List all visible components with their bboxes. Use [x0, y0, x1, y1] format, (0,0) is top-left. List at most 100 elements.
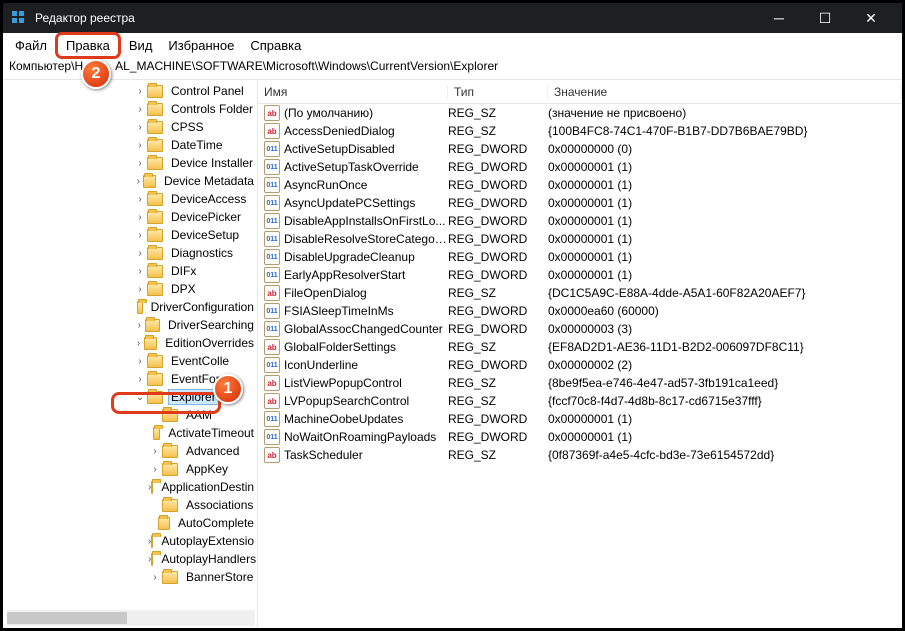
header-name[interactable]: Имя [258, 85, 448, 99]
menu-edit[interactable]: Правка [55, 32, 121, 59]
tree-item[interactable]: ›BannerStore [3, 568, 257, 586]
tree-item[interactable]: ›EditionOverrides [3, 334, 257, 352]
list-row[interactable]: abGlobalFolderSettingsREG_SZ{EF8AD2D1-AE… [258, 338, 902, 356]
chevron-right-icon[interactable]: › [133, 230, 147, 241]
list-header[interactable]: Имя Тип Значение [258, 80, 902, 104]
chevron-right-icon[interactable]: › [133, 194, 147, 205]
list-row[interactable]: abFileOpenDialogREG_SZ{DC1C5A9C-E88A-4dd… [258, 284, 902, 302]
list-row[interactable]: abAccessDeniedDialogREG_SZ{100B4FC8-74C1… [258, 122, 902, 140]
close-button[interactable]: ✕ [848, 3, 894, 33]
chevron-right-icon[interactable]: › [133, 266, 147, 277]
list-row[interactable]: abTaskSchedulerREG_SZ{0f87369f-a4e5-4cfc… [258, 446, 902, 464]
chevron-right-icon[interactable]: › [133, 338, 144, 349]
chevron-right-icon[interactable]: › [133, 284, 147, 295]
tree-item[interactable]: ›Controls Folder [3, 100, 257, 118]
chevron-right-icon[interactable]: › [133, 356, 147, 367]
chevron-right-icon[interactable]: › [133, 86, 147, 97]
tree-view[interactable]: ›Control Panel›Controls Folder›CPSS›Date… [3, 80, 258, 628]
tree-item[interactable]: ActivateTimeout [3, 424, 257, 442]
tree-item[interactable]: ›AutoplayHandlers [3, 550, 257, 568]
list-row[interactable]: 011GlobalAssocChangedCounterREG_DWORD0x0… [258, 320, 902, 338]
list-row[interactable]: 011MachineOobeUpdatesREG_DWORD0x00000001… [258, 410, 902, 428]
value-type: REG_SZ [448, 340, 548, 354]
value-type: REG_DWORD [448, 304, 548, 318]
chevron-right-icon[interactable]: › [148, 572, 162, 583]
tree-item[interactable]: ›Device Installer [3, 154, 257, 172]
chevron-right-icon[interactable]: › [133, 158, 147, 169]
menu-favorites[interactable]: Избранное [160, 35, 242, 56]
value-data: 0x00000001 (1) [548, 250, 902, 264]
chevron-right-icon[interactable]: › [133, 140, 147, 151]
list-row[interactable]: 011AsyncUpdatePCSettingsREG_DWORD0x00000… [258, 194, 902, 212]
value-data: 0x00000001 (1) [548, 196, 902, 210]
value-type: REG_SZ [448, 448, 548, 462]
tree-item[interactable]: AutoComplete [3, 514, 257, 532]
list-row[interactable]: 011NoWaitOnRoamingPayloadsREG_DWORD0x000… [258, 428, 902, 446]
menu-help[interactable]: Справка [242, 35, 309, 56]
maximize-button[interactable]: ☐ [802, 3, 848, 33]
menu-view[interactable]: Вид [121, 35, 161, 56]
tree-item[interactable]: ›Control Panel [3, 82, 257, 100]
tree-item[interactable]: ›Diagnostics [3, 244, 257, 262]
chevron-right-icon[interactable]: › [133, 320, 145, 331]
folder-icon [144, 337, 157, 350]
tree-item-label: Device Metadata [161, 173, 257, 189]
tree-item[interactable]: › Device Metadata [3, 172, 257, 190]
tree-item[interactable]: ›DIFx [3, 262, 257, 280]
chevron-right-icon[interactable]: › [148, 464, 162, 475]
list-row[interactable]: abListViewPopupControlREG_SZ{8be9f5ea-e7… [258, 374, 902, 392]
list-row[interactable]: 011IconUnderlineREG_DWORD0x00000002 (2) [258, 356, 902, 374]
tree-item[interactable]: ›DeviceSetup [3, 226, 257, 244]
tree-item[interactable]: AAM [3, 406, 257, 424]
list-row[interactable]: ab(По умолчанию)REG_SZ(значение не присв… [258, 104, 902, 122]
address-bar[interactable]: Компьютер\HXXXXAL_MACHINE\SOFTWARE\Micro… [3, 57, 902, 79]
title-bar[interactable]: Редактор реестра ─ ☐ ✕ [3, 3, 902, 33]
list-view[interactable]: Имя Тип Значение ab (По умолчанию) REG_SZ (… [258, 80, 902, 628]
tree-item[interactable]: ›AutoplayExtensio [3, 532, 257, 550]
list-row[interactable]: 011ActiveSetupDisabledREG_DWORD0x0000000… [258, 140, 902, 158]
chevron-right-icon[interactable]: › [148, 446, 162, 457]
value-name: NoWaitOnRoamingPayloads [284, 430, 448, 444]
list-row[interactable]: 011FSIASleepTimeInMsREG_DWORD0x0000ea60 … [258, 302, 902, 320]
tree-item[interactable]: ›DriverSearching [3, 316, 257, 334]
list-row[interactable]: 011DisableResolveStoreCategoriesREG_DWOR… [258, 230, 902, 248]
tree-item[interactable]: ›DevicePicker [3, 208, 257, 226]
dword-value-icon: 011 [264, 195, 280, 211]
value-name: IconUnderline [284, 358, 448, 372]
tree-item[interactable]: ›Advanced [3, 442, 257, 460]
list-row[interactable]: 011DisableUpgradeCleanupREG_DWORD0x00000… [258, 248, 902, 266]
value-name: ActiveSetupTaskOverride [284, 160, 448, 174]
tree-item[interactable]: ›DateTime [3, 136, 257, 154]
tree-item[interactable]: ›ApplicationDestin [3, 478, 257, 496]
dword-value-icon: 011 [264, 357, 280, 373]
list-row[interactable]: 011AsyncRunOnceREG_DWORD0x00000001 (1) [258, 176, 902, 194]
tree-horizontal-scrollbar[interactable] [7, 610, 255, 626]
minimize-button[interactable]: ─ [756, 3, 802, 33]
list-row[interactable]: 011EarlyAppResolverStartREG_DWORD0x00000… [258, 266, 902, 284]
folder-icon [158, 517, 170, 530]
chevron-right-icon[interactable]: › [133, 248, 147, 259]
chevron-right-icon[interactable]: › [133, 212, 147, 223]
value-data: (значение не присвоено) [548, 106, 902, 120]
tree-item[interactable]: DriverConfiguration [3, 298, 257, 316]
header-value[interactable]: Значение [548, 85, 902, 99]
string-value-icon: ab [264, 105, 280, 121]
menu-file[interactable]: Файл [7, 35, 55, 56]
list-row[interactable]: abLVPopupSearchControlREG_SZ{fccf70c8-f4… [258, 392, 902, 410]
tree-item[interactable]: ›DeviceAccess [3, 190, 257, 208]
tree-item[interactable]: ›DPX [3, 280, 257, 298]
list-row[interactable]: 011DisableAppInstallsOnFirstLo...REG_DWO… [258, 212, 902, 230]
chevron-right-icon[interactable]: › [133, 104, 147, 115]
tree-item[interactable]: ›CPSS [3, 118, 257, 136]
chevron-right-icon[interactable]: › [133, 122, 147, 133]
tree-item[interactable]: ›AppKey [3, 460, 257, 478]
chevron-right-icon[interactable]: › [133, 176, 143, 187]
tree-item[interactable]: ›EventColle [3, 352, 257, 370]
chevron-down-icon[interactable]: ⌄ [133, 392, 147, 403]
value-name: (По умолчанию) [284, 106, 448, 120]
chevron-right-icon[interactable]: › [133, 374, 147, 385]
list-row[interactable]: 011ActiveSetupTaskOverrideREG_DWORD0x000… [258, 158, 902, 176]
header-type[interactable]: Тип [448, 85, 548, 99]
folder-icon [147, 193, 163, 206]
tree-item[interactable]: Associations [3, 496, 257, 514]
